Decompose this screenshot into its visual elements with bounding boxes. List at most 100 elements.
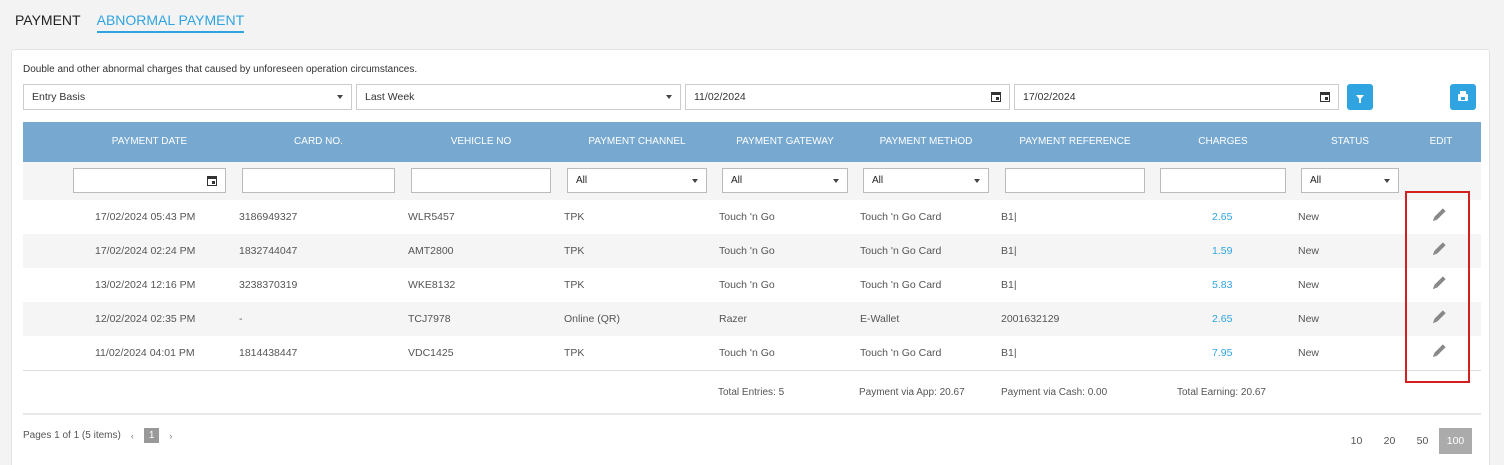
cell-vehicle-no: VDC1425 xyxy=(408,347,454,359)
page-size-20[interactable]: 20 xyxy=(1373,428,1406,454)
cell-card-no: 1814438447 xyxy=(239,347,298,359)
cell-payment-date: 13/02/2024 12:16 PM xyxy=(95,279,196,291)
cell-vehicle-no: WLR5457 xyxy=(408,211,455,223)
col-payment-channel[interactable]: PAYMENT CHANNEL xyxy=(567,122,707,162)
filter-button[interactable] xyxy=(1347,84,1373,110)
cell-status: New xyxy=(1298,313,1320,325)
cell-payment-method: Touch 'n Go Card xyxy=(860,211,942,223)
tab-payment[interactable]: PAYMENT xyxy=(15,12,81,33)
cell-vehicle-no: TCJ7978 xyxy=(408,313,451,325)
cell-charges[interactable]: 2.65 xyxy=(1212,302,1232,336)
cell-charges[interactable]: 5.83 xyxy=(1212,268,1232,302)
col-card-no[interactable]: CARD NO. xyxy=(242,122,395,162)
cell-vehicle-no: AMT2800 xyxy=(408,245,454,257)
table-totals: Total Entries: 5 Payment via App: 20.67 … xyxy=(23,371,1481,415)
gateway-filter-value: All xyxy=(731,175,743,186)
method-filter[interactable]: All xyxy=(863,168,989,193)
payments-table: PAYMENT DATE CARD NO. VEHICLE NO PAYMENT… xyxy=(23,122,1481,415)
page-size-50[interactable]: 50 xyxy=(1406,428,1439,454)
status-filter[interactable]: All xyxy=(1301,168,1399,193)
col-vehicle-no[interactable]: VEHICLE NO xyxy=(411,122,551,162)
cell-card-no: 1832744047 xyxy=(239,245,298,257)
col-status[interactable]: STATUS xyxy=(1301,122,1399,162)
page-1-button[interactable]: 1 xyxy=(143,428,160,443)
tab-bar: PAYMENT ABNORMAL PAYMENT xyxy=(15,12,245,33)
cell-payment-reference: B1| xyxy=(1001,279,1017,291)
date-to-value: 17/02/2024 xyxy=(1023,91,1076,103)
chevron-down-icon xyxy=(1384,178,1390,183)
col-payment-reference[interactable]: PAYMENT REFERENCE xyxy=(1005,122,1145,162)
col-payment-date[interactable]: PAYMENT DATE xyxy=(73,122,226,162)
cell-payment-method: Touch 'n Go Card xyxy=(860,347,942,359)
table-header: PAYMENT DATE CARD NO. VEHICLE NO PAYMENT… xyxy=(23,122,1481,162)
basis-select[interactable]: Entry Basis xyxy=(23,84,352,110)
col-payment-method[interactable]: PAYMENT METHOD xyxy=(863,122,989,162)
cell-payment-date: 11/02/2024 04:01 PM xyxy=(95,347,195,359)
table-row[interactable]: 17/02/2024 02:24 PM 1832744047 AMT2800 T… xyxy=(23,234,1481,268)
method-filter-value: All xyxy=(872,175,884,186)
filter-icon xyxy=(1356,94,1364,103)
print-button[interactable] xyxy=(1450,84,1476,110)
cell-status: New xyxy=(1298,279,1320,291)
cell-payment-channel: TPK xyxy=(564,245,585,257)
cell-charges[interactable]: 2.65 xyxy=(1212,200,1232,234)
table-row[interactable]: 12/02/2024 02:35 PM - TCJ7978 Online (QR… xyxy=(23,302,1481,336)
gateway-filter[interactable]: All xyxy=(722,168,848,193)
period-select-value: Last Week xyxy=(365,91,415,103)
cell-payment-reference: B1| xyxy=(1001,347,1017,359)
pager-info: Pages 1 of 1 (5 items) xyxy=(23,430,121,441)
page-size-10[interactable]: 10 xyxy=(1340,428,1373,454)
channel-filter[interactable]: All xyxy=(567,168,707,193)
calendar-icon[interactable] xyxy=(991,92,1001,102)
cell-card-no: 3238370319 xyxy=(239,279,298,291)
chevron-down-icon xyxy=(833,178,839,183)
table-row[interactable]: 17/02/2024 05:43 PM 3186949327 WLR5457 T… xyxy=(23,200,1481,234)
table-row[interactable]: 11/02/2024 04:01 PM 1814438447 VDC1425 T… xyxy=(23,336,1481,370)
date-from-input[interactable]: 11/02/2024 xyxy=(685,84,1010,110)
cell-payment-gateway: Touch 'n Go xyxy=(719,211,775,223)
cell-payment-channel: TPK xyxy=(564,211,585,223)
payment-date-filter[interactable] xyxy=(73,168,226,193)
date-from-value: 11/02/2024 xyxy=(694,91,746,103)
cell-payment-method: E-Wallet xyxy=(860,313,900,325)
cell-vehicle-no: WKE8132 xyxy=(408,279,456,291)
chevron-down-icon xyxy=(692,178,698,183)
payment-via-app: Payment via App: 20.67 xyxy=(859,387,965,398)
pager: Pages 1 of 1 (5 items) ‹ 1 › xyxy=(23,428,172,443)
card-no-filter[interactable] xyxy=(242,168,395,193)
edit-column-highlight xyxy=(1405,191,1470,383)
col-charges[interactable]: CHARGES xyxy=(1160,122,1286,162)
col-payment-gateway[interactable]: PAYMENT GATEWAY xyxy=(722,122,848,162)
cell-charges[interactable]: 7.95 xyxy=(1212,336,1232,370)
payment-via-cash: Payment via Cash: 0.00 xyxy=(1001,387,1108,398)
calendar-icon[interactable] xyxy=(1320,92,1330,102)
abnormal-payment-card: Double and other abnormal charges that c… xyxy=(11,49,1490,465)
total-entries: Total Entries: 5 xyxy=(718,387,785,398)
vehicle-no-filter[interactable] xyxy=(411,168,551,193)
cell-payment-channel: TPK xyxy=(564,279,585,291)
total-earning: Total Earning: 20.67 xyxy=(1177,387,1266,398)
cell-payment-method: Touch 'n Go Card xyxy=(860,245,942,257)
page-size-100[interactable]: 100 xyxy=(1439,428,1472,454)
cell-card-no: 3186949327 xyxy=(239,211,298,223)
calendar-icon[interactable] xyxy=(207,175,217,186)
cell-payment-date: 17/02/2024 02:24 PM xyxy=(95,245,196,257)
cell-payment-gateway: Razer xyxy=(719,313,748,325)
page-size-selector: 10 20 50 100 xyxy=(1340,428,1472,454)
cell-payment-channel: TPK xyxy=(564,347,585,359)
reference-filter[interactable] xyxy=(1005,168,1145,193)
table-row[interactable]: 13/02/2024 12:16 PM 3238370319 WKE8132 T… xyxy=(23,268,1481,302)
next-page-icon[interactable]: › xyxy=(169,431,172,441)
cell-charges[interactable]: 1.59 xyxy=(1212,234,1232,268)
chevron-down-icon xyxy=(337,95,343,99)
cell-status: New xyxy=(1298,347,1320,359)
date-to-input[interactable]: 17/02/2024 xyxy=(1014,84,1339,110)
tab-abnormal-payment[interactable]: ABNORMAL PAYMENT xyxy=(96,12,245,33)
cell-payment-gateway: Touch 'n Go xyxy=(719,279,775,291)
prev-page-icon[interactable]: ‹ xyxy=(131,431,134,441)
cell-payment-reference: B1| xyxy=(1001,211,1017,223)
cell-payment-date: 17/02/2024 05:43 PM xyxy=(95,211,196,223)
charges-filter[interactable] xyxy=(1160,168,1286,193)
period-select[interactable]: Last Week xyxy=(356,84,681,110)
page-description: Double and other abnormal charges that c… xyxy=(23,64,418,75)
